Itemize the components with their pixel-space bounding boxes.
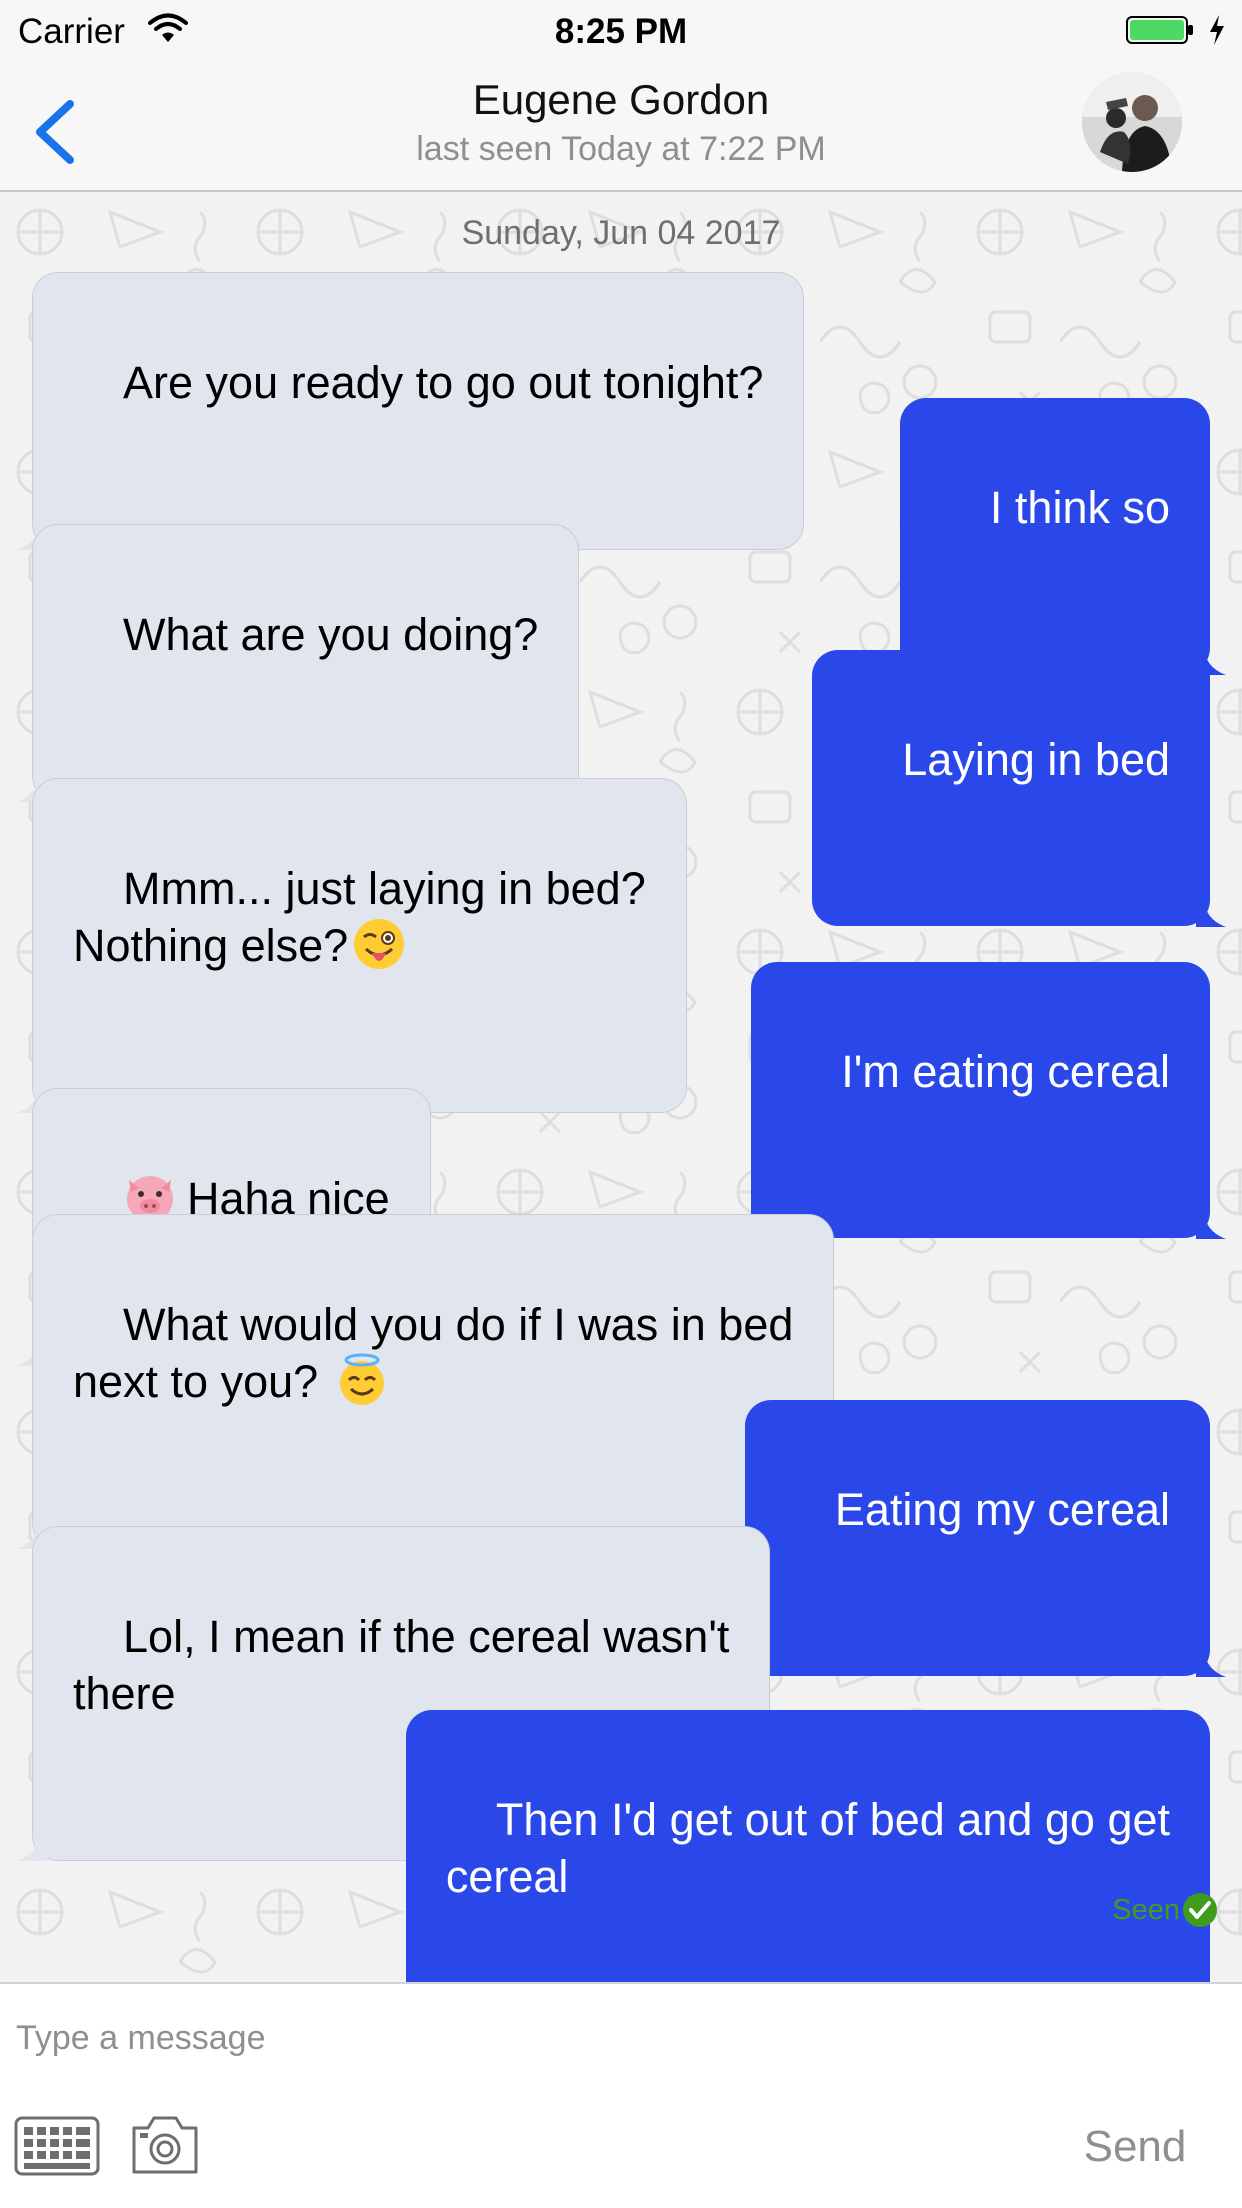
winking-face-with-tongue-emoji	[354, 919, 405, 969]
contact-name[interactable]: Eugene Gordon	[0, 76, 1242, 124]
read-receipt: Seen	[1112, 1892, 1218, 1928]
message-bubble-outgoing[interactable]: Eating my cereal	[744, 1400, 1226, 1677]
bubble-tail	[1196, 897, 1226, 927]
message-text: I'm eating cereal	[841, 1046, 1170, 1097]
bubble-tail	[1196, 1647, 1226, 1677]
message-bubble-outgoing[interactable]: Then I'd get out of bed and go get cerea…	[405, 1710, 1210, 1982]
camera-icon[interactable]	[130, 2112, 200, 2176]
message-text: Are you ready to go out tonight?	[123, 357, 764, 408]
message-text: What are you doing?	[123, 609, 539, 660]
avatar-photo	[1082, 72, 1182, 172]
message-bubble-incoming[interactable]: What are you doing?	[17, 524, 580, 802]
status-time: 8:25 PM	[554, 12, 688, 51]
send-button[interactable]: Send	[1050, 2112, 1220, 2182]
status-bar: Carrier 8:25 PM	[0, 0, 1242, 62]
message-text: What would you do if I was in bed next t…	[73, 1299, 794, 1407]
message-bubble-outgoing[interactable]: Laying in bed	[812, 650, 1226, 927]
message-bubble-incoming[interactable]: Are you ready to go out tonight?	[17, 272, 805, 550]
message-input[interactable]	[16, 1998, 1226, 2078]
message-text: Then I'd get out of bed and go get cerea…	[445, 1794, 1170, 1902]
chat-thread[interactable]: Sunday, Jun 04 2017 Are you ready to go …	[0, 192, 1242, 1982]
keyboard-icon[interactable]	[14, 2116, 100, 2176]
message-text: Laying in bed	[902, 734, 1170, 785]
battery-icon	[1126, 16, 1193, 44]
date-header: Sunday, Jun 04 2017	[461, 214, 781, 252]
check-circle-icon	[1183, 1893, 1217, 1927]
message-bubble-outgoing[interactable]: I'm eating cereal	[751, 962, 1226, 1239]
chat-header: Eugene Gordon last seen Today at 7:22 PM	[0, 62, 1242, 192]
last-seen-status: last seen Today at 7:22 PM	[416, 130, 826, 168]
smiling-face-with-halo-emoji	[339, 1353, 384, 1405]
message-text: Lol, I mean if the cereal wasn't there	[73, 1611, 730, 1719]
message-text: I think so	[989, 482, 1170, 533]
bubble-tail	[1196, 1209, 1226, 1239]
seen-label: Seen	[1112, 1893, 1180, 1926]
charging-bolt-icon	[1210, 15, 1224, 45]
message-text: Eating my cereal	[834, 1484, 1170, 1535]
message-bubble-outgoing[interactable]: I think so	[899, 398, 1226, 675]
composer: Send	[0, 1982, 1242, 2208]
bubble-tail	[17, 1831, 47, 1861]
message-bubble-incoming[interactable]: Mmm... just laying in bed? Nothing else?	[17, 778, 687, 1113]
message-bubble-incoming[interactable]: What would you do if I was in bed next t…	[17, 1214, 835, 1549]
avatar[interactable]	[1082, 72, 1182, 172]
